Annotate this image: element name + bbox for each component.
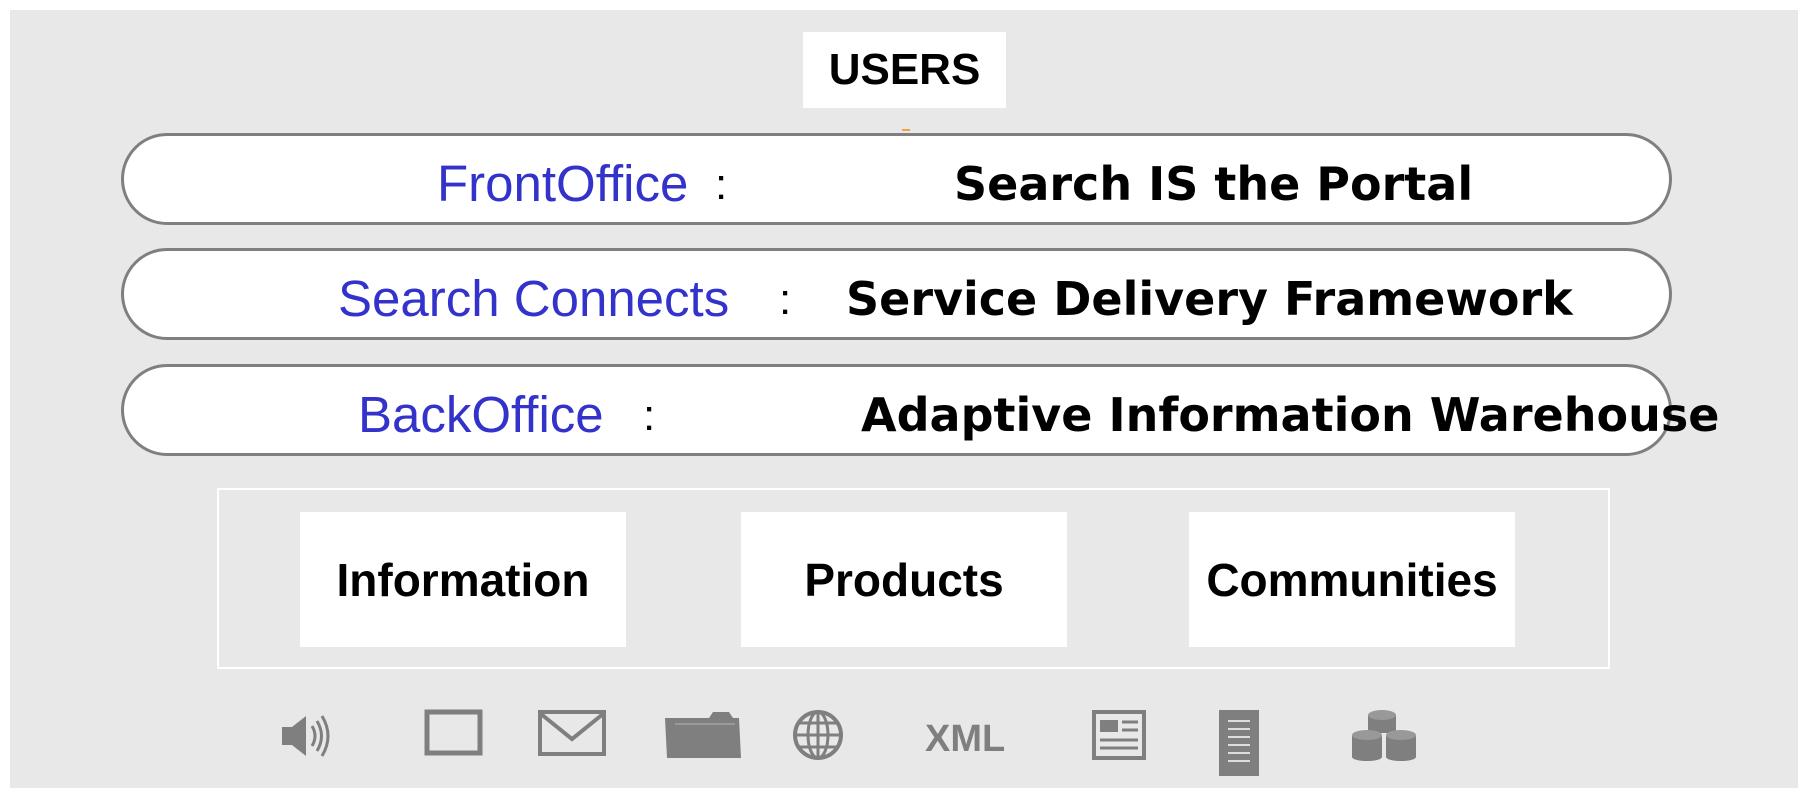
layer-frontoffice: FrontOffice : Search IS the Portal (121, 133, 1672, 225)
layer-description: Adaptive Information Warehouse (861, 388, 1720, 442)
repository-label: Products (804, 553, 1004, 606)
layer-name: BackOffice (358, 386, 604, 443)
layer-backoffice: BackOffice : Adaptive Information Wareho… (121, 364, 1719, 456)
users-label: USERS (828, 45, 981, 94)
repository-communities: Communities (1189, 512, 1515, 647)
repository-label: Information (336, 553, 590, 606)
folder-icon (665, 712, 741, 758)
xml-icon: XML (925, 718, 1006, 760)
globe-icon (793, 710, 843, 760)
document-frame-icon (424, 709, 483, 756)
users-box: USERS (803, 32, 1006, 108)
envelope-icon (538, 710, 606, 756)
repository-products: Products (741, 512, 1067, 647)
layer-search-connects: Search Connects : Service Delivery Frame… (121, 248, 1672, 340)
speaker-icon (282, 715, 330, 757)
news-page-icon (1092, 710, 1146, 760)
layer-name: FrontOffice (437, 155, 689, 212)
layer-name: Search Connects (338, 270, 730, 327)
layer-description: Search IS the Portal (954, 157, 1474, 211)
server-icon (1219, 710, 1259, 776)
layer-colon: : (779, 275, 792, 324)
users-connector (902, 129, 910, 131)
layer-description: Service Delivery Framework (846, 272, 1573, 326)
repository-information: Information (300, 512, 626, 647)
layer-colon: : (643, 391, 656, 440)
repository-label: Communities (1206, 553, 1498, 606)
layer-colon: : (715, 160, 728, 209)
database-icon (1352, 710, 1416, 761)
